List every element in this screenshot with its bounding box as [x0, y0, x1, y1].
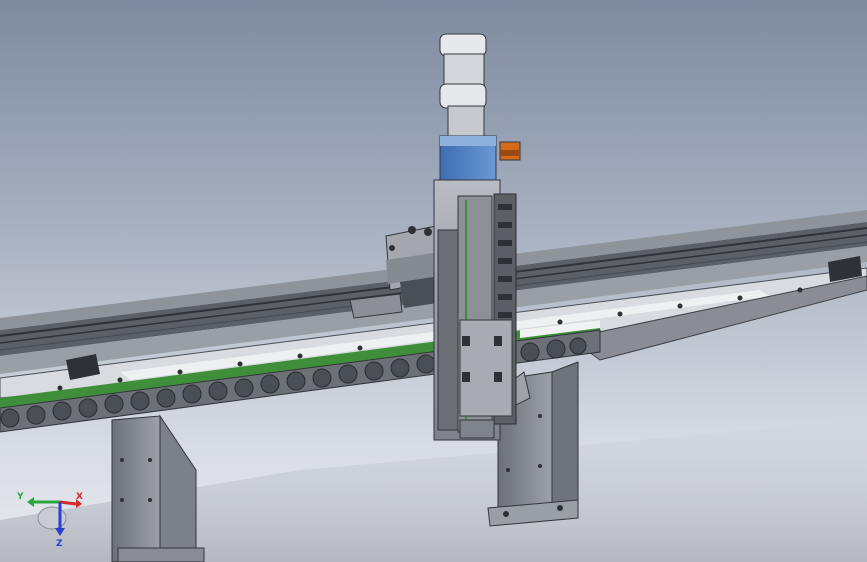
triad-sphere-icon [37, 506, 67, 530]
triad-x-label: X [76, 492, 83, 502]
x-axis-arrow-icon [59, 500, 77, 506]
triad-z-label: Z [56, 539, 63, 548]
cad-viewport[interactable]: X Y Z [0, 0, 867, 562]
triad-y-label: Y [16, 492, 24, 502]
gantry-model[interactable] [0, 0, 867, 562]
z-axis-module [433, 33, 521, 441]
left-support-leg [111, 414, 205, 562]
coordinate-triad[interactable]: X Y Z [14, 488, 84, 548]
